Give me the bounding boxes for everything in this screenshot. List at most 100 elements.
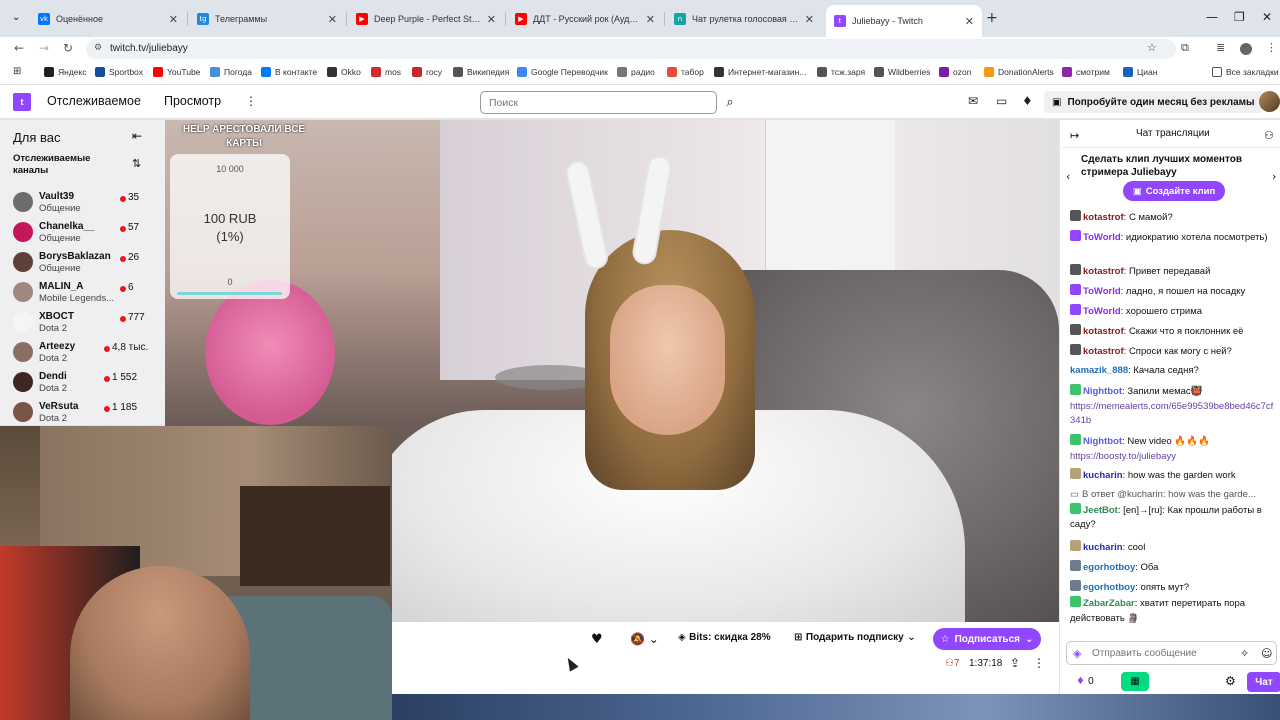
user-badge-icon[interactable] xyxy=(1070,502,1081,514)
media-icon[interactable]: ≣ xyxy=(1216,41,1225,54)
omnibox[interactable]: ⚙ twitch.tv/juliebayy xyxy=(86,39,1176,59)
close-tab-icon[interactable]: ✕ xyxy=(965,15,974,28)
sidebar-channel[interactable]: Vault39 Общение 35 xyxy=(0,188,165,218)
close-tab-icon[interactable]: ✕ xyxy=(487,13,496,26)
chat-link[interactable]: https://memealerts.com/65e99539be8bed46c… xyxy=(1070,400,1275,429)
browser-tab[interactable]: tg Телеграммы ✕ xyxy=(189,8,345,30)
chat-username[interactable]: JeetBot xyxy=(1083,505,1118,516)
sidebar-channel[interactable]: Chanelka__ Общение 57 xyxy=(0,218,165,248)
user-badge-icon[interactable] xyxy=(1070,560,1081,571)
restore-button[interactable]: ❐ xyxy=(1234,10,1245,24)
sidebar-channel[interactable]: XBOCT Dota 2 777 xyxy=(0,308,165,338)
bookmark-item[interactable]: Wildberries xyxy=(874,67,931,77)
more-icon[interactable]: ⋮ xyxy=(245,94,257,108)
bookmark-item[interactable]: YouTube xyxy=(153,67,200,77)
user-badge-icon[interactable] xyxy=(1070,210,1081,221)
bookmark-item[interactable]: смотрим xyxy=(1062,67,1110,77)
close-tab-icon[interactable]: ✕ xyxy=(169,13,178,26)
subscribe-button[interactable]: ☆ Подписаться ⌄ xyxy=(933,628,1041,650)
profile-icon[interactable] xyxy=(1240,43,1252,55)
close-tab-icon[interactable]: ✕ xyxy=(328,13,337,26)
twitch-logo-icon[interactable]: t xyxy=(13,93,31,111)
user-badge-icon[interactable] xyxy=(1070,324,1081,335)
sidebar-channel[interactable]: MALIN_A Mobile Legends... 6 xyxy=(0,278,165,308)
close-tab-icon[interactable]: ✕ xyxy=(646,13,655,26)
browser-tab[interactable]: ▶ ДДТ - Русский рок (Аудио) - YouTube ✕ xyxy=(507,8,663,30)
tab-search-button[interactable]: ⌄ xyxy=(12,12,20,23)
community-icon[interactable]: ⚇ xyxy=(1264,129,1274,142)
chat-link[interactable]: https://boosty.to/juliebayy xyxy=(1070,450,1275,465)
forward-icon[interactable]: → xyxy=(39,41,49,55)
create-clip-button[interactable]: ▣ Создайте клип xyxy=(1123,181,1225,201)
bookmark-item[interactable]: Яндекс xyxy=(44,67,87,77)
follow-heart-icon[interactable]: ♥ xyxy=(591,632,603,647)
bookmark-item[interactable]: Интернет-магазин... xyxy=(714,67,806,77)
bookmark-item[interactable]: mos xyxy=(371,67,401,77)
bookmark-item[interactable]: радио xyxy=(617,67,655,77)
nav-following[interactable]: Отслеживаемое xyxy=(47,94,141,108)
back-icon[interactable]: ← xyxy=(14,41,24,55)
notifications-icon[interactable]: 🔕 ⌄ xyxy=(630,632,659,646)
chat-username[interactable]: kucharin xyxy=(1083,542,1123,553)
chat-username[interactable]: ToWorld xyxy=(1083,286,1121,297)
collapse-chat-icon[interactable]: ↦ xyxy=(1070,129,1079,142)
share-icon[interactable]: ⇪ xyxy=(1010,656,1020,670)
browser-tab[interactable]: ▶ Deep Purple - Perfect Strangers ✕ xyxy=(348,8,504,30)
user-badge-icon[interactable] xyxy=(1070,230,1081,241)
whispers-icon[interactable]: ▭ xyxy=(996,94,1007,108)
gift-sub-button[interactable]: ⊞ Подарить подписку ⌄ xyxy=(794,632,916,643)
new-tab-button[interactable]: + xyxy=(986,10,998,26)
sidebar-channel[interactable]: Arteezy Dota 2 4,8 тыс. xyxy=(0,338,165,368)
more-options-icon[interactable]: ⋮ xyxy=(1033,656,1045,670)
chat-username[interactable]: egorhotboy xyxy=(1083,562,1135,573)
bookmark-item[interactable]: тсж.заря xyxy=(817,67,865,77)
sort-icon[interactable]: ⇅ xyxy=(132,157,141,170)
site-info-icon[interactable]: ⚙ xyxy=(94,43,102,53)
bookmark-item[interactable]: Google Переводчик xyxy=(517,67,608,77)
sidebar-channel[interactable]: BorysBaklazan Общение 26 xyxy=(0,248,165,278)
reply-context[interactable]: ▭ В ответ @kucharin: how was the garde..… xyxy=(1070,488,1275,503)
sidebar-channel[interactable]: VeRsuta Dota 2 1 185 xyxy=(0,398,165,428)
chat-username[interactable]: kotastrof xyxy=(1083,212,1124,223)
bookmark-item[interactable]: Sportbox xyxy=(95,67,143,77)
all-bookmarks[interactable]: Все закладки xyxy=(1212,67,1279,77)
chat-username[interactable]: kotastrof xyxy=(1083,326,1124,337)
channel-points[interactable]: ♦ 0 xyxy=(1076,676,1094,687)
user-badge-icon[interactable] xyxy=(1070,284,1081,295)
ad-free-promo-button[interactable]: ▣ Попробуйте один месяц без рекламы xyxy=(1044,91,1263,113)
user-badge-icon[interactable] xyxy=(1070,304,1081,315)
nav-browse[interactable]: Просмотр xyxy=(164,94,221,108)
chevron-right-icon[interactable]: › xyxy=(1272,170,1276,183)
send-chat-button[interactable]: Чат xyxy=(1247,672,1280,692)
user-badge-icon[interactable] xyxy=(1070,540,1081,551)
browser-tab[interactable]: t Juliebayy - Twitch ✕ xyxy=(826,5,982,37)
user-badge-icon[interactable] xyxy=(1070,384,1081,395)
menu-icon[interactable]: ⋮ xyxy=(1266,41,1277,54)
inbox-icon[interactable]: ✉ xyxy=(968,94,978,108)
chat-username[interactable]: Nightbot xyxy=(1083,386,1122,397)
user-badge-icon[interactable] xyxy=(1070,580,1081,591)
bookmark-item[interactable]: Википедия xyxy=(453,67,509,77)
gear-icon[interactable]: ⚙ xyxy=(1225,674,1236,688)
chat-username[interactable]: egorhotboy xyxy=(1083,582,1135,593)
chat-username[interactable]: kucharin xyxy=(1083,470,1123,481)
browser-tab[interactable]: vk Оценённое ✕ xyxy=(30,8,186,30)
user-avatar[interactable] xyxy=(1259,91,1280,112)
bookmark-item[interactable]: табор xyxy=(667,67,704,77)
close-window-button[interactable]: ✕ xyxy=(1262,10,1272,24)
bookmark-item[interactable]: Погода xyxy=(210,67,252,77)
bits-button[interactable]: ◈ Bits: скидка 28% xyxy=(678,632,771,643)
close-tab-icon[interactable]: ✕ xyxy=(805,13,814,26)
prime-icon[interactable]: ♦ xyxy=(1022,94,1033,108)
chat-username[interactable]: ToWorld xyxy=(1083,306,1121,317)
bookmark-item[interactable]: DonationAlerts xyxy=(984,67,1054,77)
bookmark-item[interactable]: rocy xyxy=(412,67,442,77)
user-badge-icon[interactable] xyxy=(1070,344,1081,355)
bookmark-star-icon[interactable]: ☆ xyxy=(1147,41,1157,54)
chat-username[interactable]: kamazik_888 xyxy=(1070,365,1128,376)
bookmark-item[interactable]: Okko xyxy=(327,67,361,77)
collapse-sidebar-icon[interactable]: ⇤ xyxy=(132,129,142,143)
chat-username[interactable]: ToWorld xyxy=(1083,232,1121,243)
apps-icon[interactable]: ⊞ xyxy=(13,66,21,77)
minimize-button[interactable]: — xyxy=(1206,10,1218,24)
